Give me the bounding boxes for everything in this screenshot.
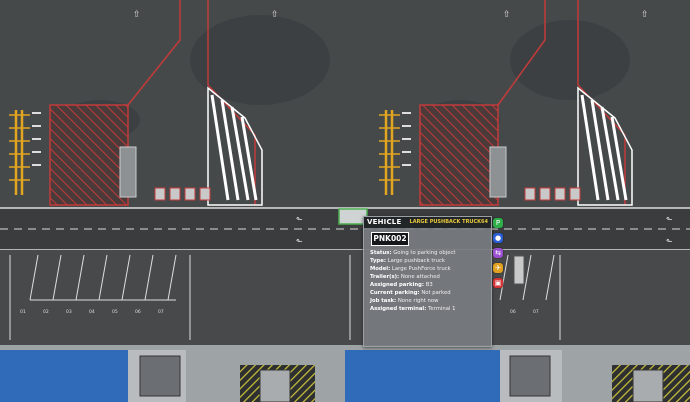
svg-text:⬑: ⬑ — [296, 237, 303, 246]
status-row: Status: Going to parking object — [370, 250, 456, 256]
vehicle-type-label: LARGE PUSHBACK TRUCK64 — [409, 219, 488, 225]
type-row: Type: Large pushback truck — [370, 258, 445, 264]
svg-text:03: 03 — [66, 309, 72, 315]
assigned-terminal-row: Assigned terminal: Terminal 1 — [370, 306, 456, 312]
svg-text:07: 07 — [533, 309, 539, 315]
vehicle-info-panel[interactable]: VEHICLE LARGE PUSHBACK TRUCK64 PNK002 St… — [363, 216, 492, 347]
svg-text:06: 06 — [510, 309, 516, 315]
panel-title: VEHICLE — [367, 218, 402, 226]
water-right — [345, 350, 500, 402]
svg-text:06: 06 — [135, 309, 141, 315]
svg-text:⇧: ⇧ — [271, 10, 279, 20]
svg-text:⬑: ⬑ — [666, 237, 673, 246]
airplane-icon: ✈ — [495, 264, 501, 272]
svg-text:05: 05 — [112, 309, 118, 315]
svg-text:⇧: ⇧ — [133, 10, 141, 20]
route-icon: ⇆ — [495, 249, 501, 257]
airplane-button[interactable]: ✈ — [493, 263, 503, 273]
svg-text:⬑: ⬑ — [296, 215, 303, 224]
svg-text:04: 04 — [89, 309, 95, 315]
camera-button[interactable]: ▣ — [493, 278, 503, 288]
assigned-parking-row: Assigned parking: B3 — [370, 282, 433, 288]
airport-map[interactable]: ⇧ ⇧ ⇧ ⇧ ⬑ ⬑ ⬑ ⬑ 01 02 03 04 05 06 07 06 … — [0, 0, 690, 402]
parking-icon: P — [495, 219, 501, 227]
svg-text:⬑: ⬑ — [666, 215, 673, 224]
current-parking-row: Current parking: Not parked — [370, 290, 451, 296]
model-row: Model: Large PushForce truck — [370, 266, 451, 272]
trailer-row: Trailer(s): None attached — [370, 274, 440, 280]
svg-text:01: 01 — [20, 309, 26, 315]
parked-truck — [513, 255, 525, 285]
svg-text:02: 02 — [43, 309, 49, 315]
parking-area — [0, 250, 690, 345]
follow-icon: ● — [494, 234, 502, 242]
svg-text:⇧: ⇧ — [503, 10, 511, 20]
parking-button[interactable]: P — [493, 218, 503, 228]
svg-text:⇧: ⇧ — [641, 10, 649, 20]
svg-text:07: 07 — [158, 309, 164, 315]
vehicle-id-badge: PNK002 — [371, 232, 409, 246]
route-button[interactable]: ⇆ — [493, 248, 503, 258]
water-left — [0, 350, 128, 402]
job-task-row: Job task: None right now — [370, 298, 439, 304]
camera-icon: ▣ — [494, 279, 502, 287]
follow-button[interactable]: ● — [493, 233, 503, 243]
panel-header: VEHICLE LARGE PUSHBACK TRUCK64 — [364, 217, 491, 228]
